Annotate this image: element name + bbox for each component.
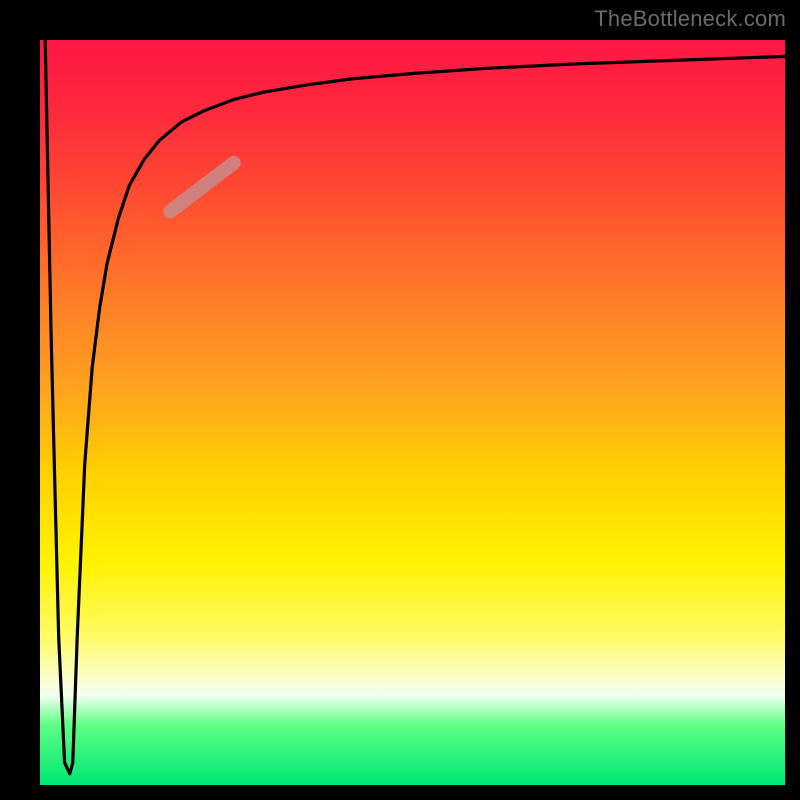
plot-area (40, 40, 785, 785)
highlight-segment (170, 163, 233, 211)
chart-frame: TheBottleneck.com (0, 0, 800, 800)
curve-layer (40, 40, 785, 785)
watermark-text: TheBottleneck.com (594, 6, 786, 32)
bottleneck-curve (45, 40, 785, 774)
